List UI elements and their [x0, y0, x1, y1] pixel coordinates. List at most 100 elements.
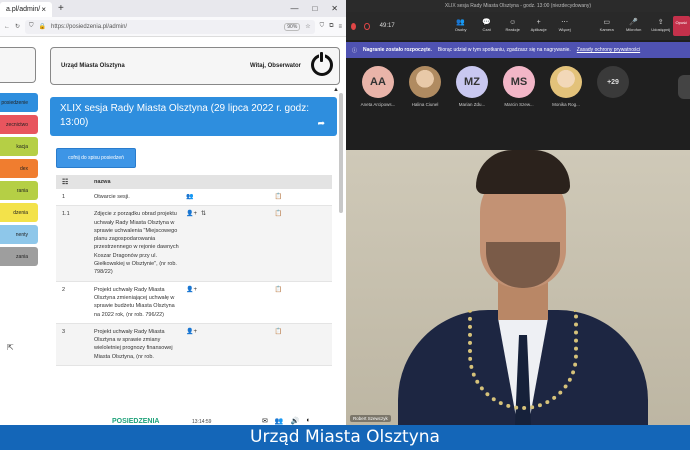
participant-tile[interactable]: Halina Ciunel	[407, 66, 443, 107]
tool-icon: 👥	[456, 19, 466, 26]
tool-icon: +	[536, 19, 541, 26]
avatar	[409, 66, 441, 98]
self-view-toggle[interactable]	[678, 75, 690, 99]
media-tool-button[interactable]: ⇪ Udostępnij	[649, 19, 673, 33]
bookmark-star-icon[interactable]: ☆	[305, 23, 310, 30]
reload-icon[interactable]: ↻	[15, 23, 20, 30]
meeting-tool-button[interactable]: ☺ Reakcje	[501, 19, 525, 33]
tool-icon: 💬	[482, 19, 492, 26]
speaker-icon[interactable]: 🔊	[291, 417, 300, 425]
power-icon[interactable]	[311, 51, 333, 76]
mail-icon[interactable]: ✉	[262, 417, 268, 425]
agenda-number: 2	[62, 286, 66, 293]
leave-button[interactable]: Opuść	[672, 16, 690, 36]
pocket-icon[interactable]: ⛉	[320, 23, 325, 30]
sidebar-item[interactable]: zania	[0, 247, 38, 266]
minimize-icon[interactable]: —	[290, 4, 298, 13]
maximize-icon[interactable]: □	[312, 4, 317, 13]
meeting-title: XLIX sesja Rady Miasta Olsztyna - godz. …	[346, 0, 690, 12]
address-bar[interactable]: ⛉ 🔒 https://posiedzenia.pl/admin/ 90% ☆	[25, 19, 315, 34]
scroll-up-icon[interactable]: ▲	[333, 87, 339, 93]
page-header: Urząd Miasta Olsztyna Witaj, Obserwator	[50, 47, 340, 85]
agenda-number: 1.1	[62, 211, 70, 218]
participant-tile[interactable]: AA Aneta Arcipows...	[360, 66, 396, 107]
agenda-row[interactable]: 2 Projekt uchwały Rady Miasta Olsztyna zm…	[56, 281, 332, 324]
speakers-icon[interactable]: 👤+	[186, 286, 197, 319]
web-page: Urząd Miasta Olsztyna Witaj, Obserwator …	[0, 37, 346, 425]
participant-name: Marian Zdu...	[458, 102, 486, 107]
speakers-icon[interactable]: 👥	[186, 193, 193, 201]
back-to-list-button[interactable]: cofnij do spisu posiedzeń	[56, 148, 136, 168]
contrast-icon[interactable]: ◐	[306, 417, 310, 425]
org-name: Urząd Miasta Olsztyna	[61, 63, 125, 69]
caption-bar: Urząd Miasta Olsztyna	[0, 425, 690, 450]
meeting-tool-button[interactable]: + Aplikacje	[527, 19, 551, 33]
meeting-window: XLIX sesja Rady Miasta Olsztyna - godz. …	[346, 0, 690, 425]
mouse-cursor-icon: ⇱	[7, 343, 14, 352]
privacy-link[interactable]: Zasady ochrony prywatności	[577, 47, 640, 53]
participant-tile[interactable]: Monika Rog...	[548, 66, 584, 107]
share-icon[interactable]: ➦	[317, 116, 325, 130]
tool-label: Reakcje	[505, 27, 520, 32]
sidebar-item[interactable]: kacja	[0, 137, 38, 156]
agenda-title: Otwarcie sesji.	[94, 194, 130, 200]
sidebar-item[interactable]: rania	[0, 181, 38, 200]
agenda-actions: 👤+ ⇅	[186, 210, 206, 276]
users-icon[interactable]: 👥	[275, 417, 284, 425]
avatar: MZ	[456, 66, 488, 98]
extensions-icon[interactable]: ⧉	[329, 23, 333, 30]
avatar: AA	[362, 66, 394, 98]
agenda-actions: 👤+	[186, 286, 197, 319]
lock-icon: 🔒	[38, 24, 47, 30]
agenda-row[interactable]: 1.1 Zdjęcie z porządku obrad projektu uch…	[56, 206, 332, 282]
document-icon[interactable]: 📋	[275, 328, 282, 361]
sidebar-item[interactable]: dex	[0, 159, 38, 178]
agenda-row[interactable]: 1 Otwarcie sesji. 👥 📋	[56, 189, 332, 207]
sidebar-menu: posiedzenie zecnictwo kacja dex rania dzenia n…	[0, 93, 38, 269]
meeting-tool-button[interactable]: 💬 Czat	[475, 19, 499, 33]
document-icon[interactable]: 📋	[275, 210, 282, 276]
participant-tile[interactable]: MZ Marian Zdu...	[454, 66, 490, 107]
sidebar-item[interactable]: nenty	[0, 225, 38, 244]
media-icon: ▭	[603, 19, 610, 26]
tool-label: Aplikacje	[530, 27, 547, 32]
recording-banner: ⓘ Nagranie zostało rozpoczęte. Biorąc ud…	[346, 42, 690, 58]
close-icon[interactable]: ×	[41, 5, 46, 14]
browser-tab[interactable]: a.pl/admin/ ×	[0, 2, 52, 17]
media-tool-button[interactable]: ▭ Kamera	[595, 19, 619, 33]
menu-toggle[interactable]	[0, 47, 36, 83]
sidebar-item[interactable]: posiedzenie	[0, 93, 38, 112]
agenda-title: Projekt uchwały Rady Miasta Olsztyna zmi…	[94, 286, 175, 318]
url-text: https://posiedzenia.pl/admin/	[51, 23, 128, 30]
window-controls: — □ ✕	[290, 4, 346, 13]
agenda-title: Zdjęcie z porządku obrad projektu uchwał…	[94, 211, 179, 276]
meeting-tool-button[interactable]: ⋯ Więcej	[553, 19, 577, 33]
participant-tile[interactable]: MS Marcin Szew...	[501, 66, 537, 107]
more-count: +29	[597, 66, 629, 98]
back-arrow-icon[interactable]: ←	[4, 24, 10, 30]
document-icon[interactable]: 📋	[275, 193, 282, 201]
page-scrollbar[interactable]	[339, 93, 343, 213]
footer-tools: ✉ 👥 🔊 ◐	[262, 417, 311, 425]
sidebar-item[interactable]: dzenia	[0, 203, 38, 222]
agenda-header: ☷ nazwa	[56, 175, 332, 189]
agenda-row[interactable]: 3 Projekt uchwały Rady Miasta Olsztyna w …	[56, 323, 332, 367]
sidebar-item[interactable]: zecnictwo	[0, 115, 38, 134]
media-icon: ⇪	[657, 19, 664, 26]
shield-icon: ⛉	[29, 23, 34, 29]
speakers-icon[interactable]: 👤+	[186, 328, 197, 361]
window-close-icon[interactable]: ✕	[331, 4, 338, 13]
menu-icon[interactable]: ≡	[338, 24, 342, 30]
document-icon[interactable]: 📋	[275, 286, 282, 319]
meeting-tool-button[interactable]: 👥 Osoby	[449, 19, 473, 33]
vote-icon[interactable]: ⇅	[201, 210, 206, 276]
new-tab-icon[interactable]: +	[58, 3, 64, 14]
more-participants[interactable]: +29	[595, 66, 631, 107]
agenda-actions: 👤+	[186, 328, 197, 361]
meeting-timer: 49:17	[379, 23, 395, 29]
media-tool-button[interactable]: 🎤 Mikrofon	[622, 19, 646, 33]
speakers-icon[interactable]: 👤+	[186, 210, 197, 276]
zoom-badge[interactable]: 90%	[284, 22, 301, 31]
list-icon: ☷	[62, 179, 69, 186]
welcome-text: Witaj, Obserwator	[250, 63, 301, 69]
